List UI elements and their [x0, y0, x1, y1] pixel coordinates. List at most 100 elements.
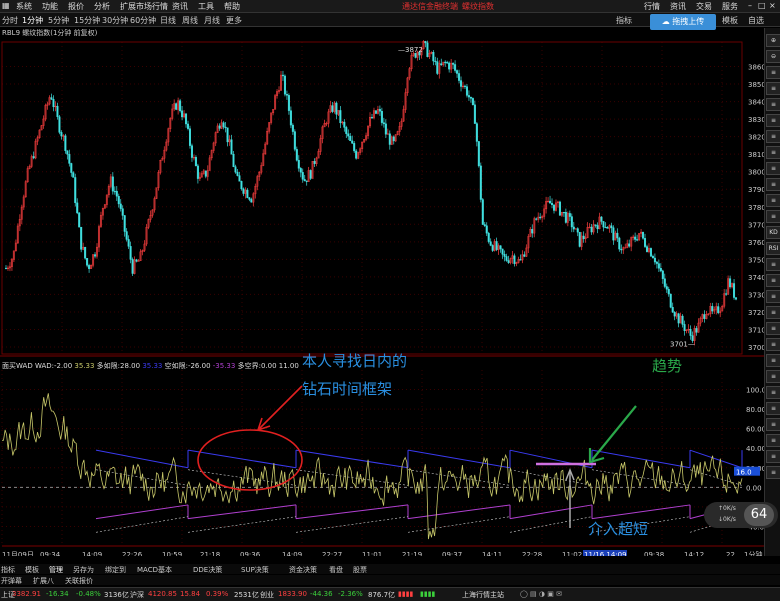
x-tick-label: 22:28 — [522, 551, 542, 556]
sidebar-tool-button[interactable]: ≡ — [766, 114, 780, 127]
sidebar-tool-button[interactable]: ≡ — [766, 338, 780, 351]
indicator-tab[interactable]: SUP决策 — [241, 565, 269, 575]
candle-body — [582, 235, 585, 240]
candle-body — [351, 140, 354, 144]
menu-news-right[interactable]: 资讯 — [670, 1, 686, 12]
cloud-icon: ☁ — [661, 17, 673, 26]
period-30min[interactable]: 30分钟 — [102, 15, 128, 26]
candle-body — [434, 60, 437, 63]
menu-help[interactable]: 帮助 — [224, 1, 240, 12]
sidebar-tool-button[interactable]: ≡ — [766, 386, 780, 399]
sidebar-tool-button[interactable]: ≡ — [766, 210, 780, 223]
app-icon[interactable]: ▦ — [2, 1, 10, 10]
short-label: 空如限: — [164, 362, 188, 370]
menu-function[interactable]: 功能 — [42, 1, 58, 12]
indicator-tab[interactable]: 看盘 — [329, 565, 343, 575]
candle-body — [590, 226, 593, 233]
menu-tools[interactable]: 工具 — [198, 1, 214, 12]
candle-body — [301, 172, 304, 180]
maximize-icon[interactable]: □ — [758, 1, 766, 10]
sidebar-tool-button[interactable]: ≡ — [766, 98, 780, 111]
candle-body — [448, 62, 451, 70]
sidebar-tool-button[interactable]: ≡ — [766, 354, 780, 367]
sh-percent: -0.48% — [76, 590, 101, 598]
candle-body — [655, 261, 658, 264]
candle-body — [733, 283, 736, 298]
candle-body — [299, 168, 302, 173]
candle-body — [232, 154, 235, 167]
menu-analysis[interactable]: 分析 — [94, 1, 110, 12]
menu-system[interactable]: 系统 — [16, 1, 32, 12]
indicator-tab[interactable]: MACD基本 — [137, 565, 172, 575]
period-month[interactable]: 月线 — [204, 15, 220, 26]
close-icon[interactable]: × — [769, 1, 776, 10]
menu-quote[interactable]: 报价 — [68, 1, 84, 12]
indicator-tab[interactable]: 另存为 — [73, 565, 94, 575]
x-tick-label: 09:36 — [240, 551, 261, 556]
menu-ext-market[interactable]: 扩展市场行情 — [120, 1, 168, 12]
sidebar-tool-button[interactable]: ≡ — [766, 450, 780, 463]
sidebar-tool-button[interactable]: ⊕ — [766, 34, 780, 47]
candle-body — [659, 268, 662, 272]
candle-body — [600, 216, 603, 222]
menu-trade[interactable]: 交易 — [696, 1, 712, 12]
sidebar-tool-button[interactable]: ≡ — [766, 146, 780, 159]
high-label: —3872 — [398, 46, 423, 54]
x-period-label: 1分钟 — [744, 550, 762, 556]
period-more[interactable]: 更多 — [226, 15, 242, 26]
sidebar-tool-button[interactable]: ≡ — [766, 178, 780, 191]
brand-title: 通达信金融终端 — [402, 2, 458, 11]
extra-tab[interactable]: 关联报价 — [65, 576, 93, 586]
sidebar-tool-button[interactable]: ≡ — [766, 322, 780, 335]
period-tick[interactable]: 分时 — [2, 15, 18, 26]
sidebar-tool-button[interactable]: ≡ — [766, 466, 780, 479]
indicator-button[interactable]: 指标 — [616, 15, 632, 26]
sidebar-tool-button[interactable]: ≡ — [766, 370, 780, 383]
period-1min[interactable]: 1分钟 — [22, 15, 43, 26]
sidebar-tool-button[interactable]: ≡ — [766, 66, 780, 79]
sidebar-tool-button[interactable]: ≡ — [766, 258, 780, 271]
sidebar-tool-button[interactable]: KD — [766, 226, 780, 239]
favorites-button[interactable]: 自选 — [748, 15, 764, 26]
sidebar-tool-button[interactable]: ≡ — [766, 82, 780, 95]
extra-tab[interactable]: 扩展八 — [33, 576, 54, 586]
x-tick-label: 09:37 — [442, 551, 462, 556]
template-button[interactable]: 模板 — [722, 15, 738, 26]
sidebar-tool-button[interactable]: ≡ — [766, 418, 780, 431]
sidebar-tool-button[interactable]: ≡ — [766, 274, 780, 287]
sidebar-tool-button[interactable]: ⊖ — [766, 50, 780, 63]
menu-news[interactable]: 资讯 — [172, 1, 188, 12]
period-5min[interactable]: 5分钟 — [48, 15, 69, 26]
indicator-tab[interactable]: DDE决策 — [193, 565, 222, 575]
sidebar-tool-button[interactable]: ≡ — [766, 434, 780, 447]
extra-tab[interactable]: 开弹幕 — [1, 576, 22, 586]
indicator-tab[interactable]: 股票 — [353, 565, 367, 575]
indicator-tab[interactable]: 指标 — [1, 565, 15, 575]
indicator-tab[interactable]: 资金决策 — [289, 565, 317, 575]
sidebar-tool-button[interactable]: ≡ — [766, 402, 780, 415]
x-tick-label: 14:11 — [482, 551, 502, 556]
candle-body — [657, 263, 660, 269]
sidebar-tool-button[interactable]: ≡ — [766, 194, 780, 207]
candle-body — [181, 110, 184, 118]
chart-area[interactable]: 3860385038403830382038103800379037803770… — [0, 26, 780, 556]
candle-body — [305, 180, 308, 182]
period-15min[interactable]: 15分钟 — [74, 15, 100, 26]
period-60min[interactable]: 60分钟 — [130, 15, 156, 26]
indicator-tab[interactable]: 管理 — [49, 565, 63, 575]
wad-name[interactable]: 面买WAD — [2, 362, 33, 370]
indicator-tab[interactable]: 模板 — [25, 565, 39, 575]
candle-body — [642, 231, 645, 239]
minimize-icon[interactable]: – — [748, 1, 752, 10]
sidebar-tool-button[interactable]: ≡ — [766, 162, 780, 175]
period-day[interactable]: 日线 — [160, 15, 176, 26]
sidebar-tool-button[interactable]: ≡ — [766, 290, 780, 303]
sidebar-tool-button[interactable]: ≡ — [766, 306, 780, 319]
indicator-tab[interactable]: 绑定到 — [105, 565, 126, 575]
menu-service[interactable]: 服务 — [722, 1, 738, 12]
period-week[interactable]: 周线 — [182, 15, 198, 26]
sidebar-tool-button[interactable]: ≡ — [766, 130, 780, 143]
candle-body — [204, 170, 207, 177]
sidebar-tool-button[interactable]: RSI — [766, 242, 780, 255]
menu-quote-right[interactable]: 行情 — [644, 1, 660, 12]
